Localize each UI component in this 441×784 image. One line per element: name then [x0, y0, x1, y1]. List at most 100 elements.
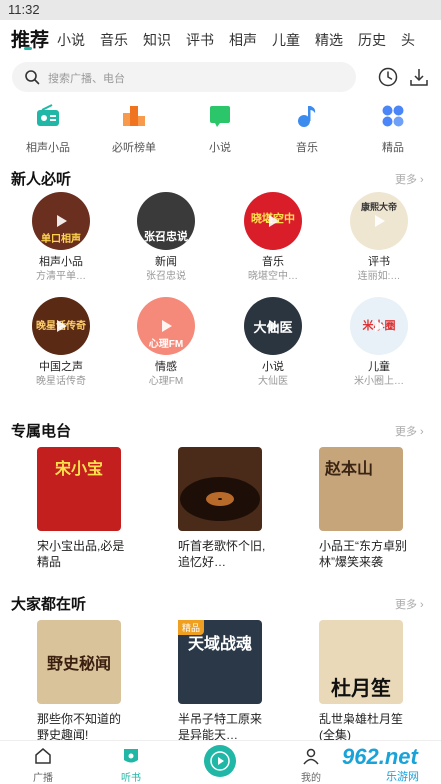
more-label: 更多	[395, 426, 417, 438]
quick-link-label: 必听榜单	[112, 142, 156, 154]
tab-crosstalk[interactable]: 相声	[229, 30, 257, 50]
cover-text: 野史秘闻	[46, 656, 111, 673]
more-link-popular[interactable]: 更多 ›	[395, 596, 424, 612]
profile-icon	[303, 748, 319, 765]
tab-indicator	[24, 47, 32, 50]
play-icon	[269, 215, 279, 227]
search-icon	[25, 70, 40, 85]
tab-history[interactable]: 历史	[358, 30, 386, 50]
new-listener-item[interactable]: 晚星话传奇 中国之声 晚星话传奇	[16, 297, 106, 387]
new-listener-item[interactable]: 心理FM 情感 心理FM	[121, 297, 211, 387]
quick-link-premium[interactable]: 精品	[349, 104, 437, 154]
more-label: 更多	[395, 599, 417, 611]
quick-link-music[interactable]: 音乐	[263, 104, 351, 154]
download-icon[interactable]	[408, 66, 430, 88]
premium-badge: 精品	[178, 620, 205, 635]
cover-text: 单口相声	[41, 234, 81, 245]
new-listener-item[interactable]: 晓堪空中 音乐 晓堪空中…	[228, 192, 318, 282]
popular-card[interactable]: 杜月笙 乱世枭雄杜月笙(全集)	[319, 620, 413, 742]
item-subtitle: 晚星话传奇	[36, 376, 86, 387]
tab-children[interactable]: 儿童	[272, 30, 300, 50]
watermark-text: 962.net	[342, 744, 418, 769]
quick-link-novel[interactable]: 小说	[176, 104, 264, 154]
nav-item-books[interactable]: 听书	[101, 743, 161, 784]
cover-text: 赵本山	[325, 461, 374, 478]
cover-image: 赵本山	[319, 447, 403, 531]
quick-link-label: 精品	[382, 142, 404, 154]
play-icon	[269, 320, 279, 332]
search-input[interactable]: 搜索广播、电台	[12, 62, 356, 92]
play-icon	[375, 215, 385, 227]
exclusive-card[interactable]: 赵本山 小品王“东方卓别林”爆笑来袭	[319, 447, 413, 577]
status-bar: 11:32	[0, 0, 441, 20]
item-subtitle: 晓堪空中…	[248, 271, 298, 282]
cover-image: 宋小宝	[37, 447, 121, 531]
search-placeholder: 搜索广播、电台	[48, 73, 125, 85]
music-note-icon	[298, 106, 316, 127]
cover-image: 杜月笙	[319, 620, 403, 704]
nav-label: 听书	[121, 773, 141, 784]
tab-music[interactable]: 音乐	[100, 30, 128, 50]
cover-text: 张召忠说	[144, 231, 188, 243]
new-listener-item[interactable]: 张召忠说 新闻 张召忠说	[121, 192, 211, 282]
play-icon	[375, 320, 385, 332]
cover-text: 康熙大帝	[360, 202, 397, 212]
new-listener-item[interactable]: 大仙医 小说 大仙医	[228, 297, 318, 387]
card-title: 半吊子特工原来是异能天…	[178, 712, 263, 742]
exclusive-card[interactable]: 宋小宝 宋小宝出品,必是精品	[37, 447, 131, 577]
card-title: 那些你不知道的野史趣闻!	[37, 712, 122, 742]
card-title: 乱世枭雄杜月笙(全集)	[319, 712, 404, 742]
play-icon	[162, 320, 172, 332]
section-title-exclusive: 专属电台	[11, 423, 72, 440]
cover-image: 野史秘闻	[37, 620, 121, 704]
card-title: 听首老歌怀个旧,追忆好…	[178, 539, 266, 569]
section-title-popular: 大家都在听	[11, 596, 87, 613]
tab-novel[interactable]: 小说	[57, 30, 85, 50]
watermark-logo: 962.net 乐游网	[330, 742, 440, 783]
radio-icon	[37, 104, 59, 126]
bookmark-icon	[124, 749, 138, 763]
cover-text: 杜月笙	[331, 678, 391, 700]
item-subtitle: 张召忠说	[146, 271, 186, 282]
tab-featured[interactable]: 精选	[315, 30, 343, 50]
item-subtitle: 连丽如:…	[357, 271, 401, 282]
item-subtitle: 大仙医	[258, 376, 288, 387]
history-icon[interactable]	[377, 66, 399, 88]
status-time: 11:32	[8, 2, 40, 17]
play-icon	[57, 215, 67, 227]
quick-link-label: 小说	[209, 142, 231, 154]
item-subtitle: 方清平单…	[36, 271, 86, 282]
card-title: 宋小宝出品,必是精品	[37, 539, 125, 569]
podium-icon	[123, 106, 145, 126]
tab-knowledge[interactable]: 知识	[143, 30, 171, 50]
new-listener-item[interactable]: 米小圈 儿童 米小圈上…	[334, 297, 424, 387]
exclusive-card[interactable]: 听首老歌怀个旧,追忆好…	[178, 447, 272, 577]
nav-item-broadcast[interactable]: 广播	[13, 743, 73, 784]
more-label: 更多	[395, 174, 417, 186]
new-listener-item[interactable]: 康熙大帝 评书 连丽如:…	[334, 192, 424, 282]
grid-icon	[382, 105, 404, 127]
tab-storytelling[interactable]: 评书	[186, 30, 214, 50]
popular-card[interactable]: 野史秘闻 那些你不知道的野史趣闻!	[37, 620, 131, 742]
watermark-sub: 乐游网	[386, 771, 419, 783]
quick-link-label: 相声小品	[26, 142, 70, 154]
book-icon	[210, 106, 230, 127]
player-button[interactable]	[204, 745, 236, 777]
cover-text: 宋小宝	[54, 461, 103, 478]
tab-more[interactable]: 头	[401, 30, 415, 50]
popular-card[interactable]: 天域战魂 精品 半吊子特工原来是异能天…	[178, 620, 272, 742]
section-title-new-listener: 新人必听	[11, 171, 72, 188]
play-icon	[57, 320, 67, 332]
quick-link-charts[interactable]: 必听榜单	[90, 104, 178, 154]
play-icon	[210, 751, 230, 771]
home-icon	[35, 748, 51, 764]
quick-link-crosstalk[interactable]: 相声小品	[4, 104, 92, 154]
quick-link-label: 音乐	[296, 142, 318, 154]
new-listener-item[interactable]: 单口相声 相声小品 方清平单…	[16, 192, 106, 282]
cover-image: 张召忠说	[137, 192, 195, 250]
item-subtitle: 心理FM	[148, 376, 184, 387]
cover-text: 心理FM	[148, 339, 184, 350]
more-link-exclusive[interactable]: 更多 ›	[395, 423, 424, 439]
more-link-new-listener[interactable]: 更多 ›	[395, 171, 424, 187]
vinyl-record-icon	[180, 477, 260, 521]
